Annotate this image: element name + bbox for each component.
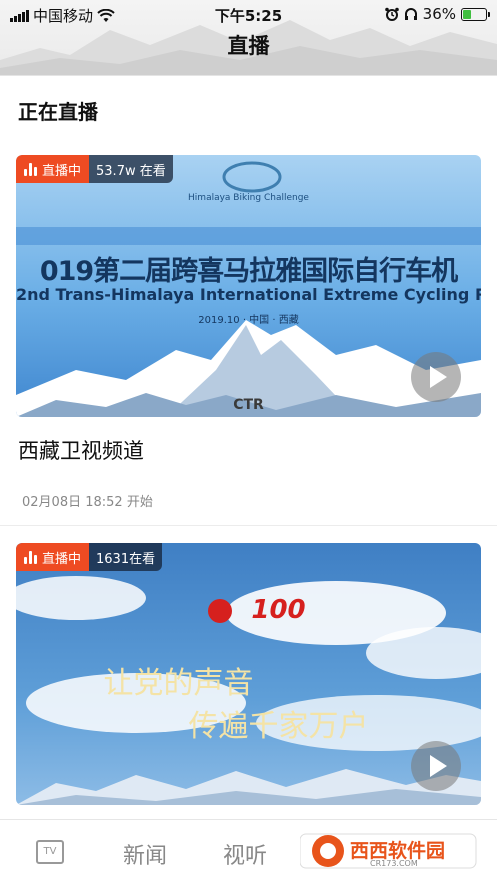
alarm-icon xyxy=(384,7,399,21)
tv-tab-icon[interactable]: TV xyxy=(36,840,64,864)
card2-slogan-line2: 传遍千家万户 xyxy=(188,709,369,744)
live-card-thumbnail-2[interactable]: 100 让党的声音 传遍千家万户 直播中 1631在看 xyxy=(16,543,481,805)
live-bars-icon xyxy=(24,550,37,564)
channel-title[interactable]: 西藏卫视频道 xyxy=(18,435,144,465)
card1-logo-caption: Himalaya Biking Challenge xyxy=(188,193,309,203)
watermark-url: CR173.COM xyxy=(370,859,418,868)
start-time: 02月08日 18:52 开始 xyxy=(22,495,153,510)
battery-icon xyxy=(461,7,490,21)
page-title: 直播 xyxy=(227,34,270,58)
card2-anniversary-number: 100 xyxy=(251,595,306,625)
live-status-label: 直播中 xyxy=(42,163,82,179)
site-watermark: 西西软件园 CR173.COM xyxy=(300,828,480,874)
card2-slogan-line1: 让党的声音 xyxy=(103,666,254,701)
divider xyxy=(0,525,497,526)
section-title-live-now: 正在直播 xyxy=(18,100,98,124)
card1-headline-cn: 019第二届跨喜马拉雅国际自行车机 xyxy=(39,256,458,287)
header-bar: 中国移动 下午5:25 36% 直播 xyxy=(0,0,497,76)
bottom-tab-bar: TV 新闻 视听 西西软件园 CR173.COM xyxy=(0,819,497,883)
live-bars-icon xyxy=(24,162,37,176)
status-bar: 中国移动 下午5:25 36% xyxy=(0,0,497,28)
card1-headline-en: 2nd Trans-Himalaya International Extreme… xyxy=(16,285,481,304)
viewer-count: 1631在看 xyxy=(96,551,156,567)
play-button[interactable] xyxy=(411,741,461,791)
headphones-icon xyxy=(404,8,417,20)
viewer-count: 53.7w 在看 xyxy=(96,163,166,179)
play-button[interactable] xyxy=(411,352,461,402)
live-card-thumbnail[interactable]: Himalaya Biking Challenge 019第二届跨喜马拉雅国际自… xyxy=(16,155,481,417)
tab-video-audio[interactable]: 视听 xyxy=(223,838,267,870)
live-badge: 直播中 53.7w 在看 xyxy=(16,155,173,183)
live-badge: 直播中 1631在看 xyxy=(16,543,163,571)
battery-percent: 36% xyxy=(422,5,456,23)
card1-date-place: 2019.10 · 中国 · 西藏 xyxy=(198,315,299,326)
live-status-label: 直播中 xyxy=(42,551,82,567)
card1-watermark: CTR xyxy=(233,397,264,413)
tab-news[interactable]: 新闻 xyxy=(123,838,167,870)
